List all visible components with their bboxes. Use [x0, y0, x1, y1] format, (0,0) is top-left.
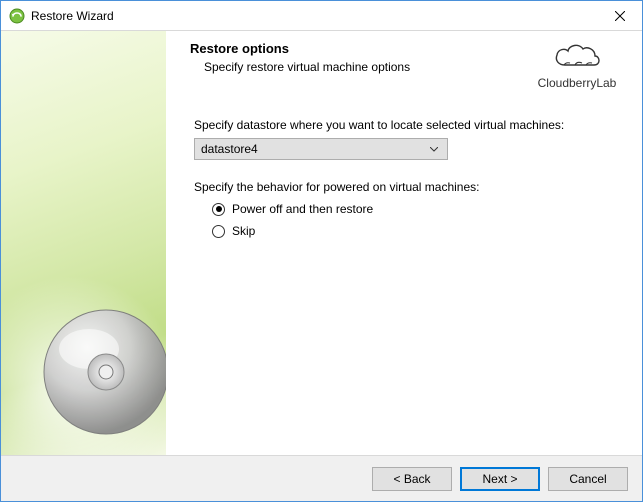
dialog-body: Restore options Specify restore virtual …: [1, 31, 642, 455]
datastore-select[interactable]: datastore4: [194, 138, 448, 160]
radio-skip-label: Skip: [232, 224, 255, 238]
cloud-icon: [532, 41, 622, 74]
form: Specify datastore where you want to loca…: [190, 118, 622, 246]
window-title: Restore Wizard: [31, 9, 597, 23]
brand-block: CloudberryLab: [532, 41, 622, 90]
header-row: Restore options Specify restore virtual …: [190, 41, 622, 90]
close-button[interactable]: [597, 1, 642, 30]
behavior-radios: Power off and then restore Skip: [212, 202, 618, 238]
radio-skip[interactable]: Skip: [212, 224, 618, 238]
brand-name: CloudberryLab: [532, 76, 622, 90]
cancel-button[interactable]: Cancel: [548, 467, 628, 491]
restore-wizard-window: Restore Wizard: [0, 0, 643, 502]
back-button[interactable]: < Back: [372, 467, 452, 491]
datastore-value: datastore4: [201, 142, 427, 156]
chevron-down-icon: [427, 147, 441, 152]
radio-dot-icon: [212, 203, 225, 216]
radio-dot-icon: [212, 225, 225, 238]
footer: < Back Next > Cancel: [1, 455, 642, 501]
page-title: Restore options: [190, 41, 532, 56]
sidebar-graphic: [1, 31, 166, 455]
disc-icon: [41, 307, 166, 437]
titlebar: Restore Wizard: [1, 1, 642, 31]
next-button[interactable]: Next >: [460, 467, 540, 491]
datastore-label: Specify datastore where you want to loca…: [194, 118, 618, 132]
radio-poweroff-label: Power off and then restore: [232, 202, 373, 216]
radio-poweroff[interactable]: Power off and then restore: [212, 202, 618, 216]
app-icon: [9, 8, 25, 24]
page-subtitle: Specify restore virtual machine options: [204, 60, 532, 74]
content-panel: Restore options Specify restore virtual …: [166, 31, 642, 455]
behavior-label: Specify the behavior for powered on virt…: [194, 180, 618, 194]
